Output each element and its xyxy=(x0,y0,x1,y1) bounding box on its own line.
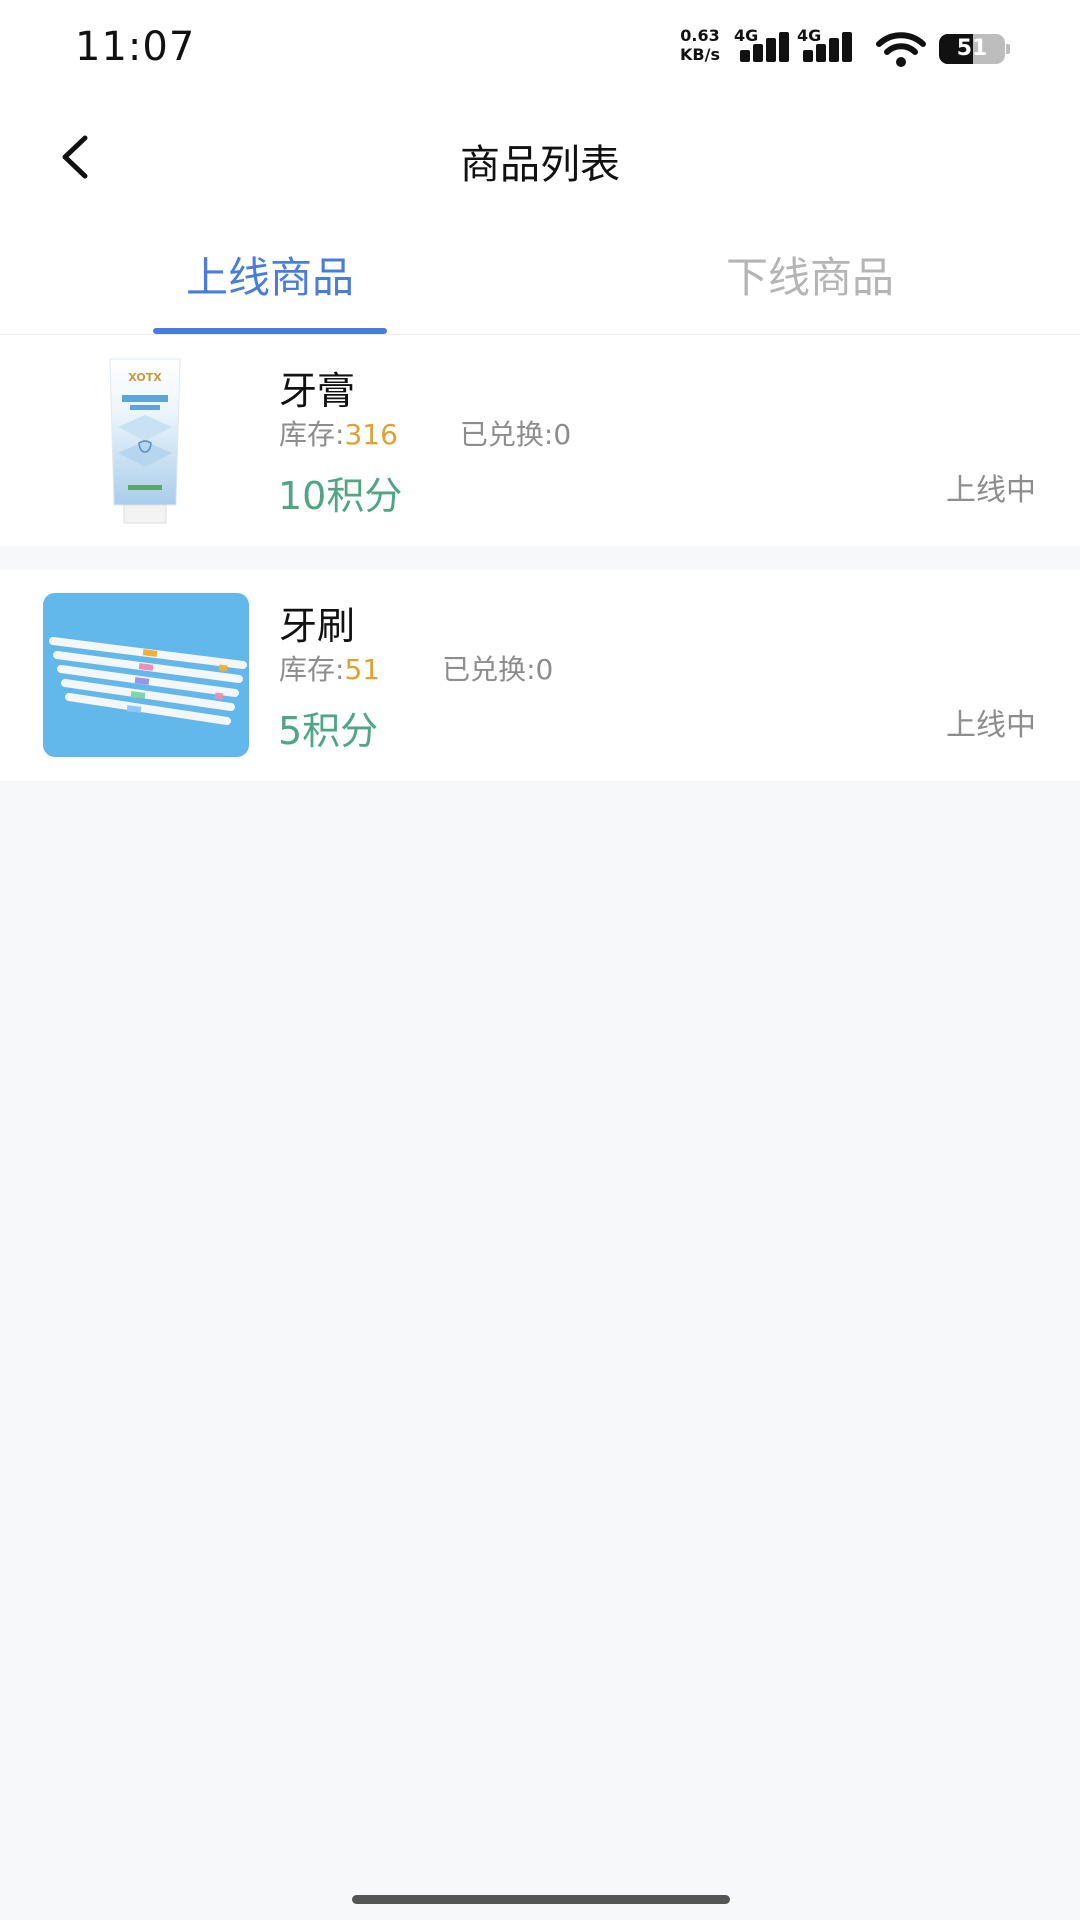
stock-value: 51 xyxy=(344,653,381,686)
product-name: 牙膏 xyxy=(279,369,356,413)
exchanged-value: 0 xyxy=(535,653,554,686)
product-meta: 库存:316 已兑换:0 xyxy=(279,413,571,453)
battery-icon: 51 xyxy=(939,34,1010,64)
sim1-network-label: 4G xyxy=(734,26,759,45)
exchanged-label: 已兑换: xyxy=(442,653,536,686)
toothpaste-brand-text: XOTX xyxy=(128,371,162,384)
network-speed: 0.63 KB/s xyxy=(674,26,726,64)
wifi-icon xyxy=(876,32,926,67)
product-image-toothpaste: XOTX xyxy=(100,357,190,525)
status-time: 11:07 xyxy=(75,24,196,70)
product-list-item[interactable]: 牙刷 库存:51 已兑换:0 5积分 上线中 xyxy=(0,570,1080,781)
home-indicator[interactable] xyxy=(352,1895,730,1904)
product-name: 牙刷 xyxy=(279,604,356,648)
product-list-page: 11:07 0.63 KB/s 4G 4G 51 商品列表 上线商品 下线商品 … xyxy=(0,0,1080,1920)
product-image-toothbrush xyxy=(43,593,249,757)
tab-online-products[interactable]: 上线商品 xyxy=(70,244,470,305)
sim2-network-label: 4G xyxy=(797,26,822,45)
nav-bar: 商品列表 xyxy=(0,98,1080,218)
exchanged-value: 0 xyxy=(553,418,572,451)
stock-label: 库存: xyxy=(279,418,345,451)
tab-offline-products[interactable]: 下线商品 xyxy=(610,244,1010,305)
cellular-signal-icon: 4G xyxy=(734,26,798,66)
status-badge: 上线中 xyxy=(946,473,1036,508)
tab-bar: 上线商品 下线商品 xyxy=(0,218,1080,335)
exchanged-label: 已兑换: xyxy=(459,418,554,451)
page-title: 商品列表 xyxy=(460,142,620,188)
battery-percent: 51 xyxy=(956,36,988,61)
stock-value: 316 xyxy=(344,418,398,451)
status-bar: 11:07 0.63 KB/s 4G 4G 51 xyxy=(0,0,1080,98)
product-meta: 库存:51 已兑换:0 xyxy=(279,648,553,688)
network-speed-unit: KB/s xyxy=(680,45,720,64)
tab-active-indicator xyxy=(153,328,387,334)
status-badge: 上线中 xyxy=(946,708,1036,743)
stock-label: 库存: xyxy=(279,653,345,686)
product-list-item[interactable]: XOTX 牙膏 库存:316 已兑换:0 10积分 上线中 xyxy=(0,335,1080,546)
product-points: 10积分 xyxy=(278,474,403,518)
network-speed-value: 0.63 xyxy=(680,26,720,45)
cellular-signal-icon: 4G xyxy=(797,26,861,66)
product-points: 5积分 xyxy=(278,709,379,753)
